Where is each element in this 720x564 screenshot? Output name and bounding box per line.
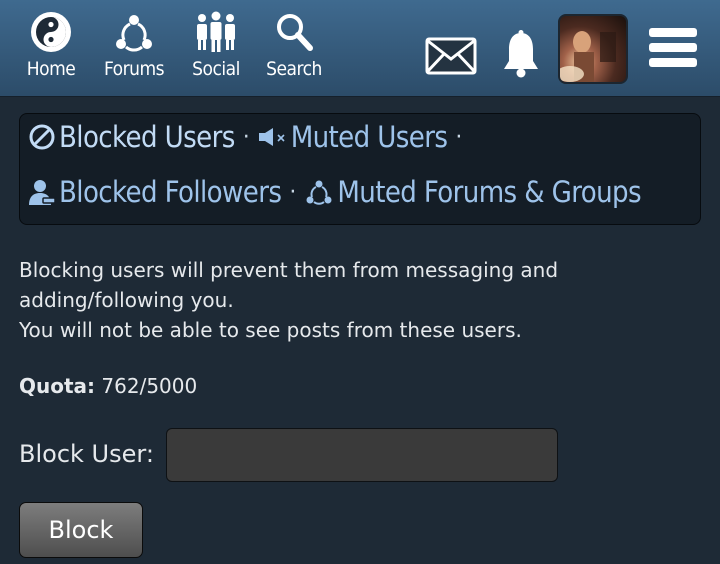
nav-forums[interactable]: Forums <box>96 10 172 80</box>
description-line-2: You will not be able to see posts from t… <box>19 318 522 342</box>
block-user-input[interactable] <box>166 428 558 482</box>
block-user-label: Block User: <box>19 440 154 468</box>
magnifier-icon <box>271 10 317 54</box>
tab-muted-users[interactable]: Muted Users <box>258 120 448 154</box>
envelope-icon[interactable] <box>424 34 478 78</box>
tab-row-2: Blocked Followers · Muted Forums & Group… <box>28 175 642 209</box>
block-icon <box>28 123 56 151</box>
people-group-icon <box>193 10 239 54</box>
tab-separator: · <box>289 179 297 205</box>
nav-social[interactable]: Social <box>178 10 254 80</box>
bell-icon[interactable] <box>498 28 544 80</box>
tab-muted-forums-groups[interactable]: Muted Forums & Groups <box>304 175 642 209</box>
tab-row-1: Blocked Users · Muted Users · <box>28 120 470 154</box>
tab-separator: · <box>242 124 250 150</box>
nav-forums-label: Forums <box>103 58 165 80</box>
people-network-icon <box>111 10 157 54</box>
hamburger-menu-icon[interactable] <box>646 22 700 74</box>
muted-speaker-icon <box>258 126 288 148</box>
nav-search-label: Search <box>266 58 322 80</box>
user-avatar[interactable] <box>558 14 628 84</box>
block-tabs-panel: Blocked Users · Muted Users · Blocked Fo… <box>19 113 701 225</box>
block-description: Blocking users will prevent them from me… <box>19 255 619 345</box>
yin-yang-icon <box>28 10 74 54</box>
nav-search[interactable]: Search <box>256 10 332 80</box>
quota-display: Quota: 762/5000 <box>19 374 197 398</box>
nav-home-label: Home <box>26 58 76 80</box>
tab-muted-forums-groups-label: Muted Forums & Groups <box>337 175 642 209</box>
user-minus-icon <box>28 177 56 207</box>
tab-blocked-users[interactable]: Blocked Users <box>28 120 235 154</box>
quota-label: Quota: <box>19 374 96 398</box>
nav-home[interactable]: Home <box>13 10 89 80</box>
top-navigation-bar: Home Forums Social Search <box>0 0 720 97</box>
tab-blocked-followers-label: Blocked Followers <box>59 175 282 209</box>
nav-social-label: Social <box>192 58 240 80</box>
tab-blocked-users-label: Blocked Users <box>59 120 235 154</box>
quota-value: 762/5000 <box>101 374 198 398</box>
description-line-1: Blocking users will prevent them from me… <box>19 258 559 312</box>
block-button[interactable]: Block <box>19 502 143 558</box>
tab-separator: · <box>455 124 463 150</box>
tab-blocked-followers[interactable]: Blocked Followers <box>28 175 282 209</box>
tab-muted-users-label: Muted Users <box>290 120 448 154</box>
muted-network-icon <box>304 178 334 206</box>
